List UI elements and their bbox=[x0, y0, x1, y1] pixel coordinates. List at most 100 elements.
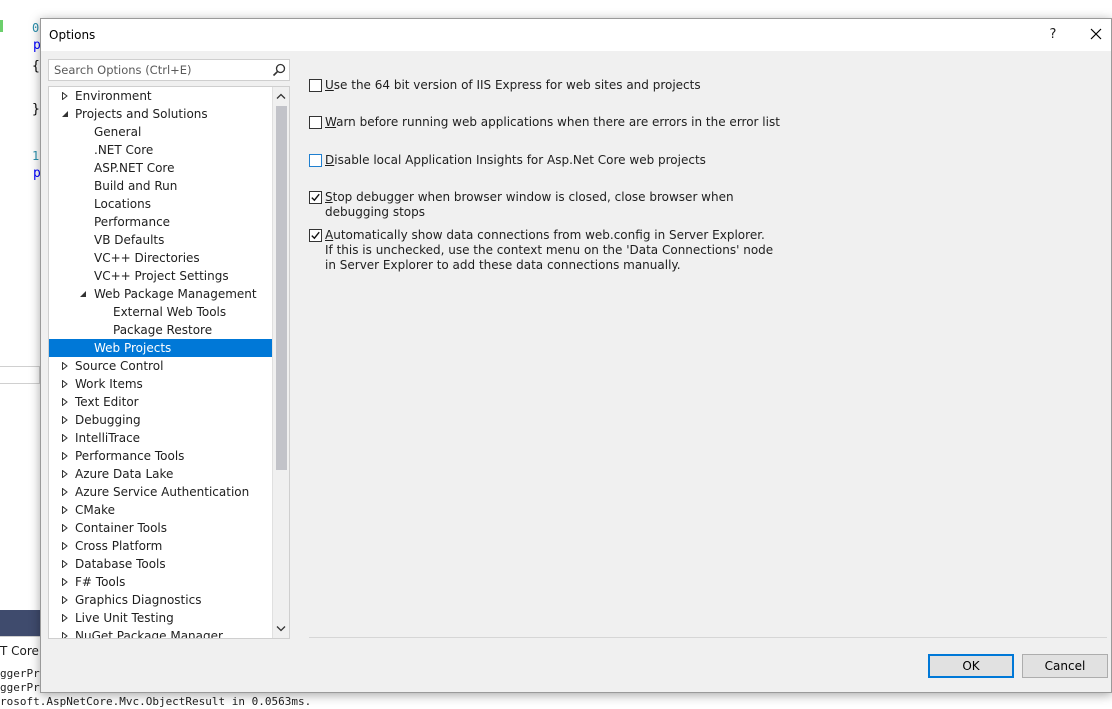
tree-item-text-editor[interactable]: Text Editor bbox=[49, 393, 272, 411]
checkbox-auto-data-connections[interactable] bbox=[309, 229, 322, 242]
expand-arrow-icon[interactable] bbox=[61, 560, 69, 568]
cancel-button[interactable]: Cancel bbox=[1022, 654, 1108, 678]
tree-item-performance-tools[interactable]: Performance Tools bbox=[49, 447, 272, 465]
tree-item-label: Locations bbox=[94, 197, 152, 211]
tree-item-azure-service-authentication[interactable]: Azure Service Authentication bbox=[49, 483, 272, 501]
tree-item-asp-net-core[interactable]: ASP.NET Core bbox=[49, 159, 272, 177]
tree-item-graphics-diagnostics[interactable]: Graphics Diagnostics bbox=[49, 591, 272, 609]
scroll-thumb[interactable] bbox=[276, 106, 287, 470]
tree-item-intellitrace[interactable]: IntelliTrace bbox=[49, 429, 272, 447]
tree-item-vb-defaults[interactable]: VB Defaults bbox=[49, 231, 272, 249]
chevron-down-icon bbox=[276, 626, 286, 632]
search-icon[interactable] bbox=[271, 62, 287, 78]
expand-arrow-icon[interactable] bbox=[61, 542, 69, 550]
option-warn-errors-label: Warn before running web applications whe… bbox=[325, 115, 785, 130]
tree-item-label: Performance bbox=[94, 215, 171, 229]
expand-arrow-icon[interactable] bbox=[61, 506, 69, 514]
code-fragment: { bbox=[32, 59, 40, 74]
tree-item-label: Environment bbox=[75, 89, 152, 103]
tree-item-web-projects[interactable]: Web Projects bbox=[49, 339, 272, 357]
tree-scrollbar[interactable] bbox=[272, 87, 289, 638]
tree-item-label: Source Control bbox=[75, 359, 164, 373]
button-separator bbox=[309, 637, 1107, 638]
tree-item-label: CMake bbox=[75, 503, 115, 517]
tree-item-debugging[interactable]: Debugging bbox=[49, 411, 272, 429]
tree-item-cross-platform[interactable]: Cross Platform bbox=[49, 537, 272, 555]
expand-arrow-icon[interactable] bbox=[61, 452, 69, 460]
tree-item-package-restore[interactable]: Package Restore bbox=[49, 321, 272, 339]
tree-item-label: Azure Data Lake bbox=[75, 467, 174, 481]
option-auto-data-connections[interactable]: Automatically show data connections from… bbox=[309, 228, 779, 278]
tree-item-label: NuGet Package Manager bbox=[75, 629, 223, 638]
tree-item-projects-and-solutions[interactable]: Projects and Solutions bbox=[49, 105, 272, 123]
access-key: W bbox=[325, 115, 337, 129]
expand-arrow-icon[interactable] bbox=[61, 632, 69, 638]
expand-arrow-icon[interactable] bbox=[61, 614, 69, 622]
collapse-arrow-icon[interactable] bbox=[61, 110, 69, 118]
tree-item-performance[interactable]: Performance bbox=[49, 213, 272, 231]
option-disable-insights[interactable]: Disable local Application Insights for A… bbox=[309, 153, 779, 171]
tree-item-web-package-management[interactable]: Web Package Management bbox=[49, 285, 272, 303]
tree-item-build-and-run[interactable]: Build and Run bbox=[49, 177, 272, 195]
expand-arrow-icon[interactable] bbox=[61, 524, 69, 532]
option-use-64bit[interactable]: Use the 64 bit version of IIS Express fo… bbox=[309, 78, 779, 96]
code-fragment: } bbox=[32, 102, 40, 117]
option-disable-insights-label: Disable local Application Insights for A… bbox=[325, 153, 785, 168]
tree-item-container-tools[interactable]: Container Tools bbox=[49, 519, 272, 537]
expand-arrow-icon[interactable] bbox=[61, 434, 69, 442]
option-auto-data-connections-label: Automatically show data connections from… bbox=[325, 228, 785, 243]
help-button[interactable]: ? bbox=[1041, 23, 1065, 47]
expand-arrow-icon[interactable] bbox=[61, 596, 69, 604]
checkbox-warn-errors[interactable] bbox=[309, 116, 322, 129]
tree-item-work-items[interactable]: Work Items bbox=[49, 375, 272, 393]
scroll-down-button[interactable] bbox=[273, 620, 289, 637]
access-key: A bbox=[325, 228, 334, 242]
tree-item-label: Text Editor bbox=[75, 395, 139, 409]
close-button[interactable] bbox=[1083, 23, 1109, 47]
search-input[interactable] bbox=[49, 60, 265, 80]
option-stop-debugger[interactable]: Stop debugger when browser window is clo… bbox=[309, 190, 779, 222]
expand-arrow-icon[interactable] bbox=[61, 398, 69, 406]
expand-arrow-icon[interactable] bbox=[61, 362, 69, 370]
tree-item-f-tools[interactable]: F# Tools bbox=[49, 573, 272, 591]
dialog-title: Options bbox=[49, 28, 96, 42]
expand-arrow-icon[interactable] bbox=[61, 380, 69, 388]
scroll-up-button[interactable] bbox=[273, 88, 289, 105]
tree-item-azure-data-lake[interactable]: Azure Data Lake bbox=[49, 465, 272, 483]
tree-item-label: Projects and Solutions bbox=[75, 107, 208, 121]
tree-item-locations[interactable]: Locations bbox=[49, 195, 272, 213]
tree-item-source-control[interactable]: Source Control bbox=[49, 357, 272, 375]
expand-arrow-icon[interactable] bbox=[61, 92, 69, 100]
checkbox-disable-insights[interactable] bbox=[309, 154, 322, 167]
tree-item-label: Package Restore bbox=[113, 323, 213, 337]
expand-arrow-icon[interactable] bbox=[61, 488, 69, 496]
option-warn-errors[interactable]: Warn before running web applications whe… bbox=[309, 115, 780, 133]
tree-item-label: Web Projects bbox=[94, 341, 172, 355]
expand-arrow-icon[interactable] bbox=[61, 470, 69, 478]
tree-item-label: General bbox=[94, 125, 142, 139]
tree-item-label: .NET Core bbox=[94, 143, 154, 157]
background-editor: 0 p { } 1 p bbox=[0, 0, 41, 610]
collapse-arrow-icon[interactable] bbox=[79, 290, 87, 298]
tree-item-label: IntelliTrace bbox=[75, 431, 141, 445]
tree-item-live-unit-testing[interactable]: Live Unit Testing bbox=[49, 609, 272, 627]
tree-item-nuget-package-manager[interactable]: NuGet Package Manager bbox=[49, 627, 272, 638]
options-tree: Environment Projects and Solutions General… bbox=[48, 86, 290, 639]
tree-item-label: Container Tools bbox=[75, 521, 168, 535]
dialog-titlebar[interactable]: Options ? bbox=[41, 19, 1111, 51]
tree-item-database-tools[interactable]: Database Tools bbox=[49, 555, 272, 573]
tree-item-environment[interactable]: Environment bbox=[49, 87, 272, 105]
expand-arrow-icon[interactable] bbox=[61, 578, 69, 586]
access-key: S bbox=[325, 190, 333, 204]
checkbox-stop-debugger[interactable] bbox=[309, 191, 322, 204]
tree-item-external-web-tools[interactable]: External Web Tools bbox=[49, 303, 272, 321]
tree-item-label: Azure Service Authentication bbox=[75, 485, 250, 499]
expand-arrow-icon[interactable] bbox=[61, 416, 69, 424]
ok-button[interactable]: OK bbox=[928, 654, 1014, 678]
tree-item-general[interactable]: General bbox=[49, 123, 272, 141]
checkbox-use-64bit[interactable] bbox=[309, 79, 322, 92]
tree-item-cmake[interactable]: CMake bbox=[49, 501, 272, 519]
tree-item-net-core[interactable]: .NET Core bbox=[49, 141, 272, 159]
tree-item-vc-directories[interactable]: VC++ Directories bbox=[49, 249, 272, 267]
tree-item-vc-project-settings[interactable]: VC++ Project Settings bbox=[49, 267, 272, 285]
